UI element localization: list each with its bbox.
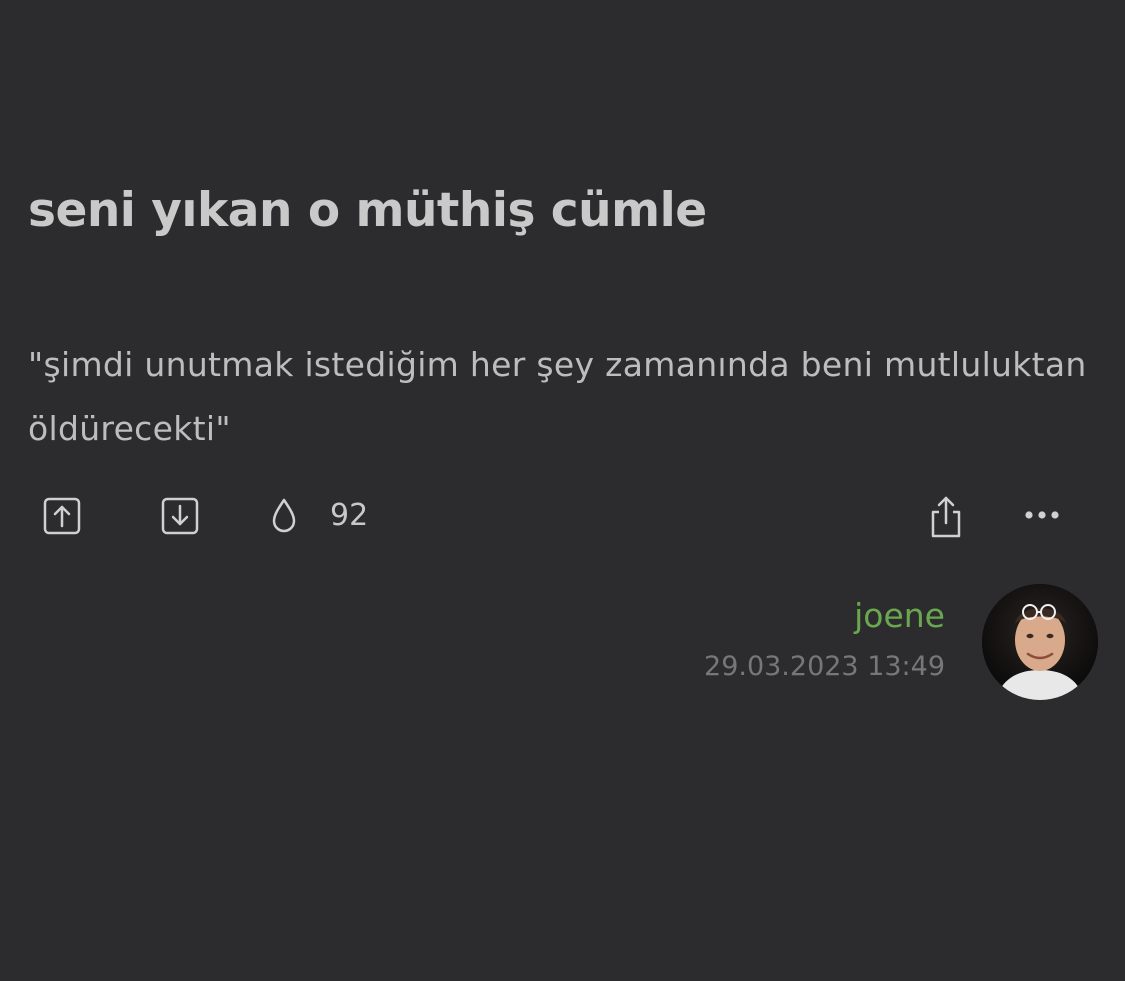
- author-info: joene 29.03.2023 13:49: [704, 593, 945, 685]
- share-button[interactable]: [924, 494, 968, 540]
- upvote-button[interactable]: [42, 496, 82, 536]
- favorite-count[interactable]: 92: [330, 496, 368, 536]
- author-avatar[interactable]: [982, 584, 1098, 700]
- entry-text: "şimdi unutmak istediğim her şey zamanın…: [28, 345, 1087, 448]
- share-icon: [931, 496, 961, 538]
- entry-action-bar: 92: [0, 490, 1125, 546]
- topic-title[interactable]: seni yıkan o müthiş cümle: [28, 183, 707, 238]
- more-dots-icon: [1025, 511, 1059, 519]
- entry-page: seni yıkan o müthiş cümle "şimdi unutmak…: [0, 0, 1125, 981]
- downvote-button[interactable]: [160, 496, 200, 536]
- upvote-icon: [43, 497, 81, 535]
- favorite-button[interactable]: [264, 496, 304, 536]
- avatar-image: [982, 584, 1098, 700]
- entry-date[interactable]: 29.03.2023 13:49: [704, 649, 945, 685]
- downvote-icon: [161, 497, 199, 535]
- drop-icon: [272, 498, 296, 533]
- author-nickname[interactable]: joene: [704, 593, 945, 639]
- more-options-button[interactable]: [1020, 500, 1064, 530]
